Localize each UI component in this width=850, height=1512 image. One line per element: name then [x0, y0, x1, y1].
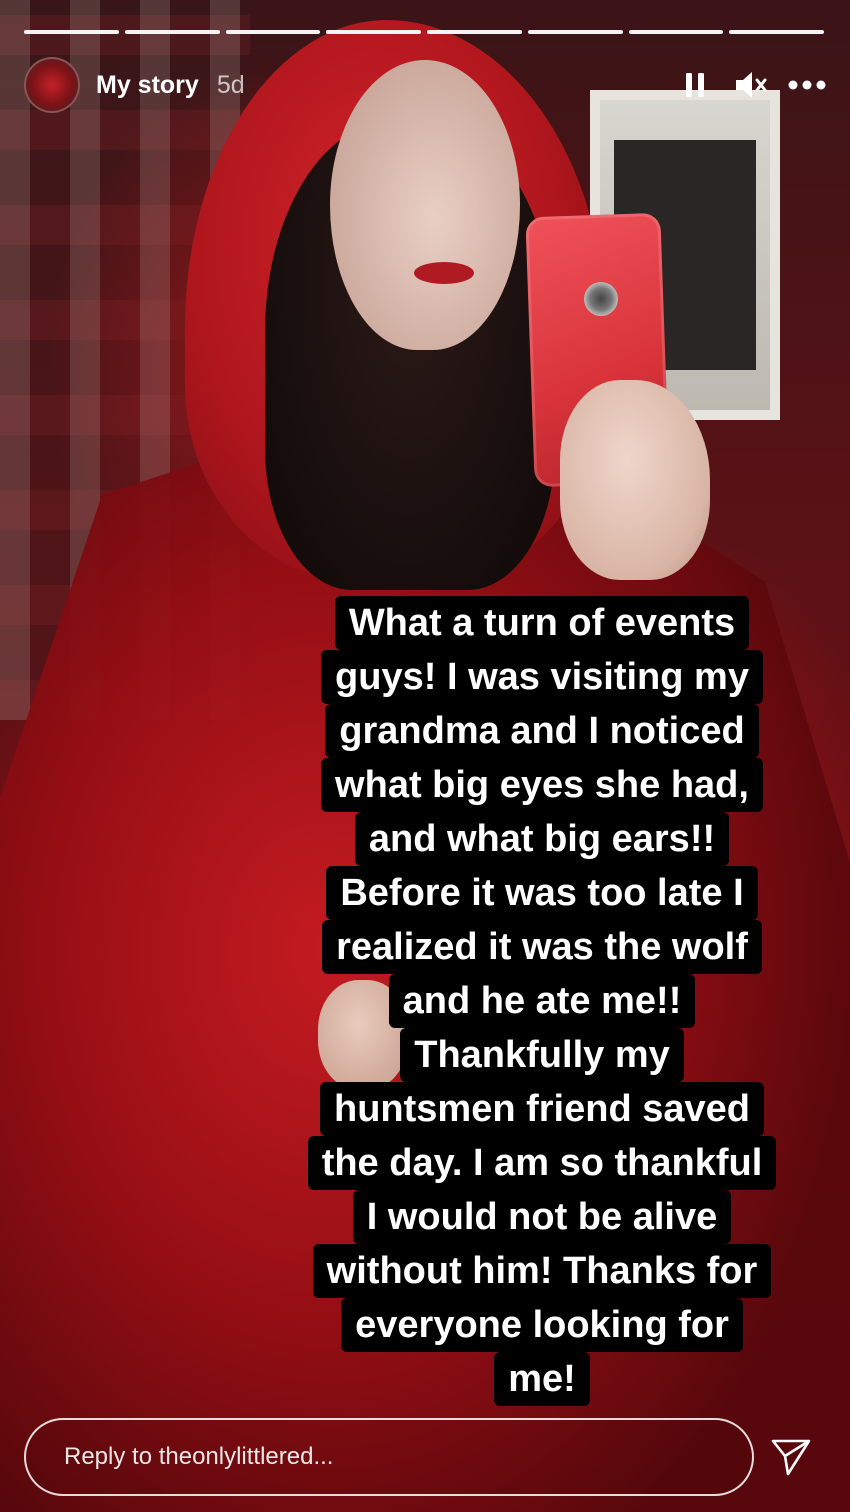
progress-segment [225, 30, 321, 34]
progress-segment [24, 30, 119, 34]
pause-button[interactable] [676, 66, 714, 104]
caption-line: Thankfully my [400, 1028, 684, 1082]
progress-segment [628, 30, 724, 34]
story-progress-bar [24, 30, 824, 34]
progress-segment [124, 30, 220, 34]
lips [414, 262, 474, 284]
send-icon [771, 1439, 811, 1476]
progress-segment [326, 30, 421, 34]
caption-line: Before it was too late I [326, 866, 758, 920]
hand-holding-phone [560, 380, 710, 580]
story-username[interactable]: My story [96, 71, 199, 100]
caption-line: what big eyes she had, [321, 758, 763, 812]
muted-speaker-icon [736, 72, 767, 98]
avatar[interactable] [24, 57, 80, 113]
story-time-ago: 5d [216, 70, 245, 99]
phone-camera-lens [584, 282, 618, 316]
caption-line: and what big ears!! [354, 812, 730, 866]
reply-input[interactable] [62, 1442, 706, 1472]
caption-line: me! [494, 1352, 590, 1406]
caption-line: the day. I am so thankful [307, 1136, 777, 1190]
caption-line: I would not be alive [352, 1190, 732, 1244]
progress-segment [527, 30, 623, 34]
caption-line: realized it was the wolf [322, 920, 762, 974]
progress-segment [729, 30, 824, 34]
caption-line: huntsmen friend saved [320, 1082, 764, 1136]
more-options-button[interactable] [788, 66, 826, 104]
reply-field-container[interactable] [24, 1418, 754, 1496]
story-view[interactable]: My story 5d What a turn of events guys! … [0, 0, 850, 1512]
caption-line: without him! Thanks for [312, 1244, 772, 1298]
progress-segment [427, 30, 522, 34]
story-actions [676, 66, 826, 104]
caption-line: and he ate me!! [388, 974, 696, 1028]
caption-line: guys! I was visiting my [321, 650, 763, 704]
send-button[interactable] [768, 1434, 814, 1480]
caption-line: grandma and I noticed [325, 704, 759, 758]
caption-line: everyone looking for [341, 1298, 743, 1352]
story-caption: What a turn of events guys! I was visiti… [292, 596, 792, 1406]
caption-line: What a turn of events [334, 596, 750, 650]
mute-button[interactable] [732, 66, 770, 104]
story-header: My story 5d [24, 56, 826, 114]
more-options-icon [788, 80, 826, 90]
pause-icon [686, 73, 704, 97]
